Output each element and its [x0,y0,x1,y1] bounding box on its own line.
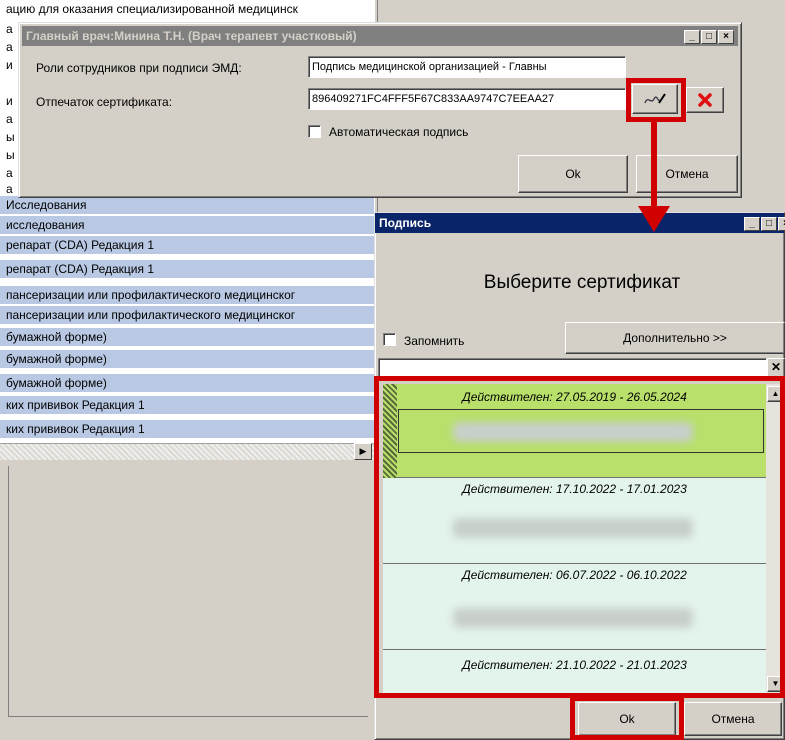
dialog-title: Подпись [379,216,432,230]
list-item[interactable]: бумажной форме) [0,374,374,392]
list-item[interactable]: исследования [0,216,374,234]
dialog-cancel-button[interactable]: Отмена [684,702,782,736]
close-icon[interactable]: × [718,30,734,44]
ok-button[interactable]: Ok [518,155,628,193]
lower-panel [0,460,374,740]
auto-sign-label: Автоматическая подпись [329,125,469,139]
minimize-icon[interactable]: _ [744,217,760,231]
auto-sign-checkbox[interactable] [308,125,321,138]
horizontal-scrollbar[interactable] [0,443,374,461]
advanced-button[interactable]: Дополнительно >> [565,322,785,354]
scroll-right-arrow-icon[interactable]: ▶ [354,443,372,460]
close-icon[interactable]: × [778,217,785,231]
filter-clear-icon[interactable]: ✕ [767,358,785,378]
list-item[interactable]: Исследования [0,196,374,214]
window-title-bar[interactable]: Главный врач:Минина Т.Н. (Врач терапевт … [22,26,738,46]
arrow-line [651,122,657,210]
list-item[interactable]: ких прививок Редакция 1 [0,420,374,438]
remember-checkbox[interactable] [383,333,396,346]
list-item[interactable]: ацию для оказания специализированной мед… [0,0,374,18]
list-item[interactable]: пансеризации или профилактического медиц… [0,286,374,304]
highlight-ok-button [570,696,684,740]
red-x-icon [698,93,712,107]
roles-label: Роли сотрудников при подписи ЭМД: [36,61,242,75]
highlight-select-cert-button [626,78,686,122]
clear-certificate-button[interactable] [686,87,724,113]
list-item[interactable]: репарат (CDA) Редакция 1 [0,236,374,254]
maximize-icon[interactable]: □ [701,30,717,44]
dialog-heading: Выберите сертификат [483,272,681,293]
list-item[interactable]: пансеризации или профилактического медиц… [0,306,374,324]
list-item[interactable]: бумажной форме) [0,350,374,368]
window-title: Главный врач:Минина Т.Н. (Врач терапевт … [26,29,357,43]
certificate-filter-input[interactable] [378,358,767,378]
roles-select[interactable]: Подпись медицинской организацией - Главн… [308,56,626,78]
list-item[interactable]: ких прививок Редакция 1 [0,396,374,414]
dialog-title-bar[interactable]: Подпись _ □ × [375,213,785,233]
maximize-icon[interactable]: □ [761,217,777,231]
remember-label: Запомнить [404,334,465,348]
highlight-certificate-list [374,376,785,698]
arrow-down-icon [638,206,670,232]
list-item[interactable]: репарат (CDA) Редакция 1 [0,260,374,278]
minimize-icon[interactable]: _ [684,30,700,44]
certificate-label: Отпечаток сертификата: [36,95,173,109]
certificate-thumbprint-field[interactable]: 896409271FC4FFF5F67C833AA9747C7EEAA27 [308,88,626,110]
list-item[interactable]: бумажной форме) [0,328,374,346]
